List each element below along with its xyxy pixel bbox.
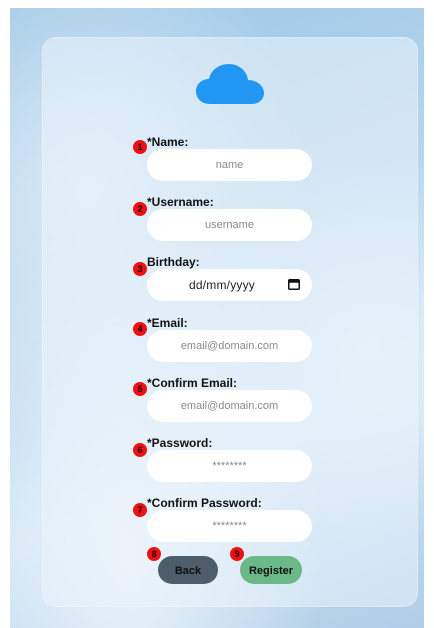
username-field-group: 2 *Username: — [133, 195, 323, 243]
annotation-badge-1: 1 — [133, 140, 147, 154]
annotation-badge-9: 9 — [230, 547, 244, 561]
birthday-value: dd/mm/yyyy — [189, 278, 256, 292]
annotation-badge-8: 8 — [147, 547, 161, 561]
username-label: *Username: — [147, 195, 214, 209]
name-field-group: 1 *Name: — [133, 135, 323, 183]
confirm-password-label: *Confirm Password: — [147, 496, 262, 510]
back-button[interactable]: Back — [158, 556, 218, 584]
password-label: *Password: — [147, 436, 213, 450]
confirm-password-field-group: 7 *Confirm Password: — [133, 496, 323, 544]
annotation-badge-2: 2 — [133, 202, 147, 216]
annotation-badge-6: 6 — [133, 443, 147, 457]
annotation-badge-3: 3 — [133, 262, 147, 276]
right-edge — [424, 0, 434, 628]
annotation-badge-4: 4 — [133, 322, 147, 336]
email-input[interactable] — [147, 330, 312, 362]
calendar-icon[interactable] — [288, 279, 300, 290]
birthday-field-group: 3 Birthday: dd/mm/yyyy — [133, 255, 323, 303]
confirm-email-field-group: 5 *Confirm Email: — [133, 376, 323, 424]
username-input[interactable] — [147, 209, 312, 241]
cloud-icon — [196, 64, 264, 104]
email-field-group: 4 *Email: — [133, 316, 323, 364]
birthday-label: Birthday: — [147, 255, 200, 269]
top-edge — [0, 0, 434, 8]
register-button[interactable]: Register — [240, 556, 302, 584]
password-field-group: 6 *Password: — [133, 436, 323, 484]
confirm-password-input[interactable] — [147, 510, 312, 542]
annotation-badge-5: 5 — [133, 382, 147, 396]
confirm-email-label: *Confirm Email: — [147, 376, 238, 390]
password-input[interactable] — [147, 450, 312, 482]
confirm-email-input[interactable] — [147, 390, 312, 422]
left-edge — [0, 0, 10, 628]
name-input[interactable] — [147, 149, 312, 181]
annotation-badge-7: 7 — [133, 503, 147, 517]
birthday-input[interactable]: dd/mm/yyyy — [147, 269, 312, 301]
name-label: *Name: — [147, 135, 189, 149]
email-label: *Email: — [147, 316, 188, 330]
